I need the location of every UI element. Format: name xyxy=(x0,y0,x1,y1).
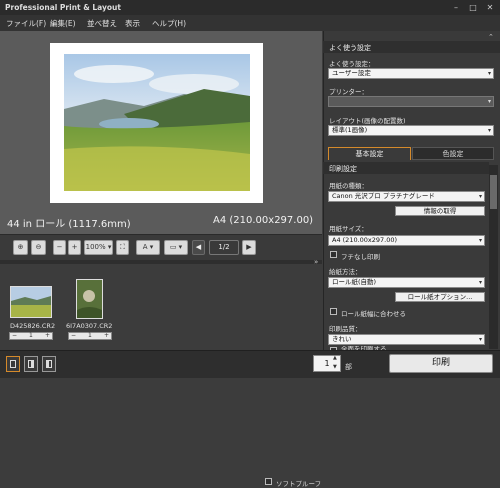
menu-sort[interactable]: 並べ替え xyxy=(87,18,117,29)
favorites-section-header[interactable]: よく使う設定 xyxy=(323,41,500,53)
printer-select[interactable]: ▾ xyxy=(328,96,494,107)
thumbnail-1[interactable] xyxy=(10,286,52,318)
roll-width-label: 44 in ロール (1117.6mm) xyxy=(7,219,131,230)
thumbnail-copies-stepper[interactable]: −1 + xyxy=(68,332,112,340)
print-button[interactable]: 印刷 xyxy=(389,354,493,373)
roll-options-button[interactable]: ロール紙オプション... xyxy=(395,292,485,302)
borderless-checkbox[interactable] xyxy=(330,251,337,258)
maximize-button[interactable]: □ xyxy=(467,2,479,13)
remove-image-icon[interactable]: ⊖ xyxy=(31,240,46,255)
add-image-icon[interactable]: ⊕ xyxy=(13,240,28,255)
paper-size-field-label: 用紙サイズ： xyxy=(329,225,368,233)
paper-size-label: A4 (210.00x297.00) xyxy=(213,215,314,226)
thumbnail-filename: D425826.CR2 xyxy=(10,322,56,330)
favorites-select[interactable]: ユーザー設定 ▾ xyxy=(328,68,494,79)
media-type-label: 用紙の種類： xyxy=(329,182,368,190)
paper-size-select[interactable]: A4 (210.00x297.00) ▾ xyxy=(328,235,485,246)
thumbnail-2[interactable] xyxy=(76,279,103,319)
favorites-label: よく使う設定： xyxy=(329,60,375,68)
scrollbar-thumb[interactable] xyxy=(490,175,497,209)
section-title: 印刷設定 xyxy=(329,165,357,173)
minimize-button[interactable]: – xyxy=(450,2,462,13)
copies-up-icon[interactable]: ▲ xyxy=(333,355,337,361)
layout-split-icon[interactable] xyxy=(24,356,38,372)
copies-unit: 部 xyxy=(345,363,352,371)
zoom-in-icon[interactable]: + xyxy=(68,240,81,255)
window-title: Professional Print & Layout xyxy=(5,3,121,12)
fit-roll-width-label: ロール紙幅に合わせる xyxy=(341,310,406,318)
menu-help[interactable]: ヘルプ(H) xyxy=(152,18,186,29)
menu-bar: ファイル(F) 編集(E) 並べ替え 表示 ヘルプ(H) xyxy=(0,15,500,31)
zoom-out-icon[interactable]: − xyxy=(53,240,66,255)
layout-label: レイアウト(画像の配置数) xyxy=(329,117,406,125)
fit-roll-width-checkbox[interactable] xyxy=(330,308,337,315)
photo-preview[interactable] xyxy=(64,54,250,191)
printer-label: プリンター： xyxy=(329,88,368,96)
tab-color[interactable]: 色設定 xyxy=(412,147,494,160)
text-tool-icon[interactable]: A ▾ xyxy=(136,240,160,255)
collapse-up-icon[interactable]: ⌃ xyxy=(488,33,494,41)
layout-grid-icon[interactable] xyxy=(42,356,56,372)
print-settings-section-header[interactable]: 印刷設定 xyxy=(323,162,489,174)
thumbnail-copies-stepper[interactable]: −1 + xyxy=(9,332,53,340)
print-quality-label: 印刷品質： xyxy=(329,325,362,333)
page-tool-icon[interactable]: ▭ ▾ xyxy=(164,240,188,255)
menu-edit[interactable]: 編集(E) xyxy=(50,18,76,29)
fit-window-icon[interactable]: ⛶ xyxy=(116,240,129,255)
feed-method-label: 給紙方法： xyxy=(329,268,362,276)
copies-down-icon[interactable]: ▼ xyxy=(333,364,337,370)
feed-method-select[interactable]: ロール紙(自動) ▾ xyxy=(328,277,485,288)
menu-view[interactable]: 表示 xyxy=(125,18,140,29)
preview-toolbar: ⊕ ⊖ − + 100% ▾ ⛶ A ▾ ▭ ▾ ◀ 1/2 ▶ ソフトプルーフ xyxy=(0,234,322,488)
media-type-select[interactable]: Canon 光沢プロ プラチナグレード ▾ xyxy=(328,191,485,202)
settings-scrollbar[interactable] xyxy=(489,165,498,349)
tab-basic[interactable]: 基本設定 xyxy=(328,147,411,160)
layout-single-icon[interactable] xyxy=(6,356,20,372)
soft-proof-label: ソフトプルーフ xyxy=(276,480,322,488)
borderless-label: フチなし印刷 xyxy=(341,253,380,261)
next-page-icon[interactable]: ▶ xyxy=(242,240,256,255)
close-button[interactable]: ✕ xyxy=(484,2,496,13)
zoom-select[interactable]: 100% ▾ xyxy=(84,240,113,255)
menu-file[interactable]: ファイル(F) xyxy=(6,18,46,29)
thumbnail-strip: D425826.CR2 −1 + 6I7A0307.CR2 −1 + xyxy=(0,264,322,350)
layout-select[interactable]: 標準(1画像) ▾ xyxy=(328,125,494,136)
get-info-button[interactable]: 情報の取得 xyxy=(395,206,485,216)
previous-page-icon[interactable]: ◀ xyxy=(192,240,205,255)
thumbnail-filename: 6I7A0307.CR2 xyxy=(66,322,113,330)
section-title: よく使う設定 xyxy=(329,44,371,52)
print-quality-select[interactable]: きれい ▾ xyxy=(328,334,485,345)
page-indicator: 1/2 xyxy=(209,240,239,255)
title-bar: Professional Print & Layout – □ ✕ xyxy=(0,0,500,15)
soft-proof-checkbox[interactable] xyxy=(265,478,272,485)
